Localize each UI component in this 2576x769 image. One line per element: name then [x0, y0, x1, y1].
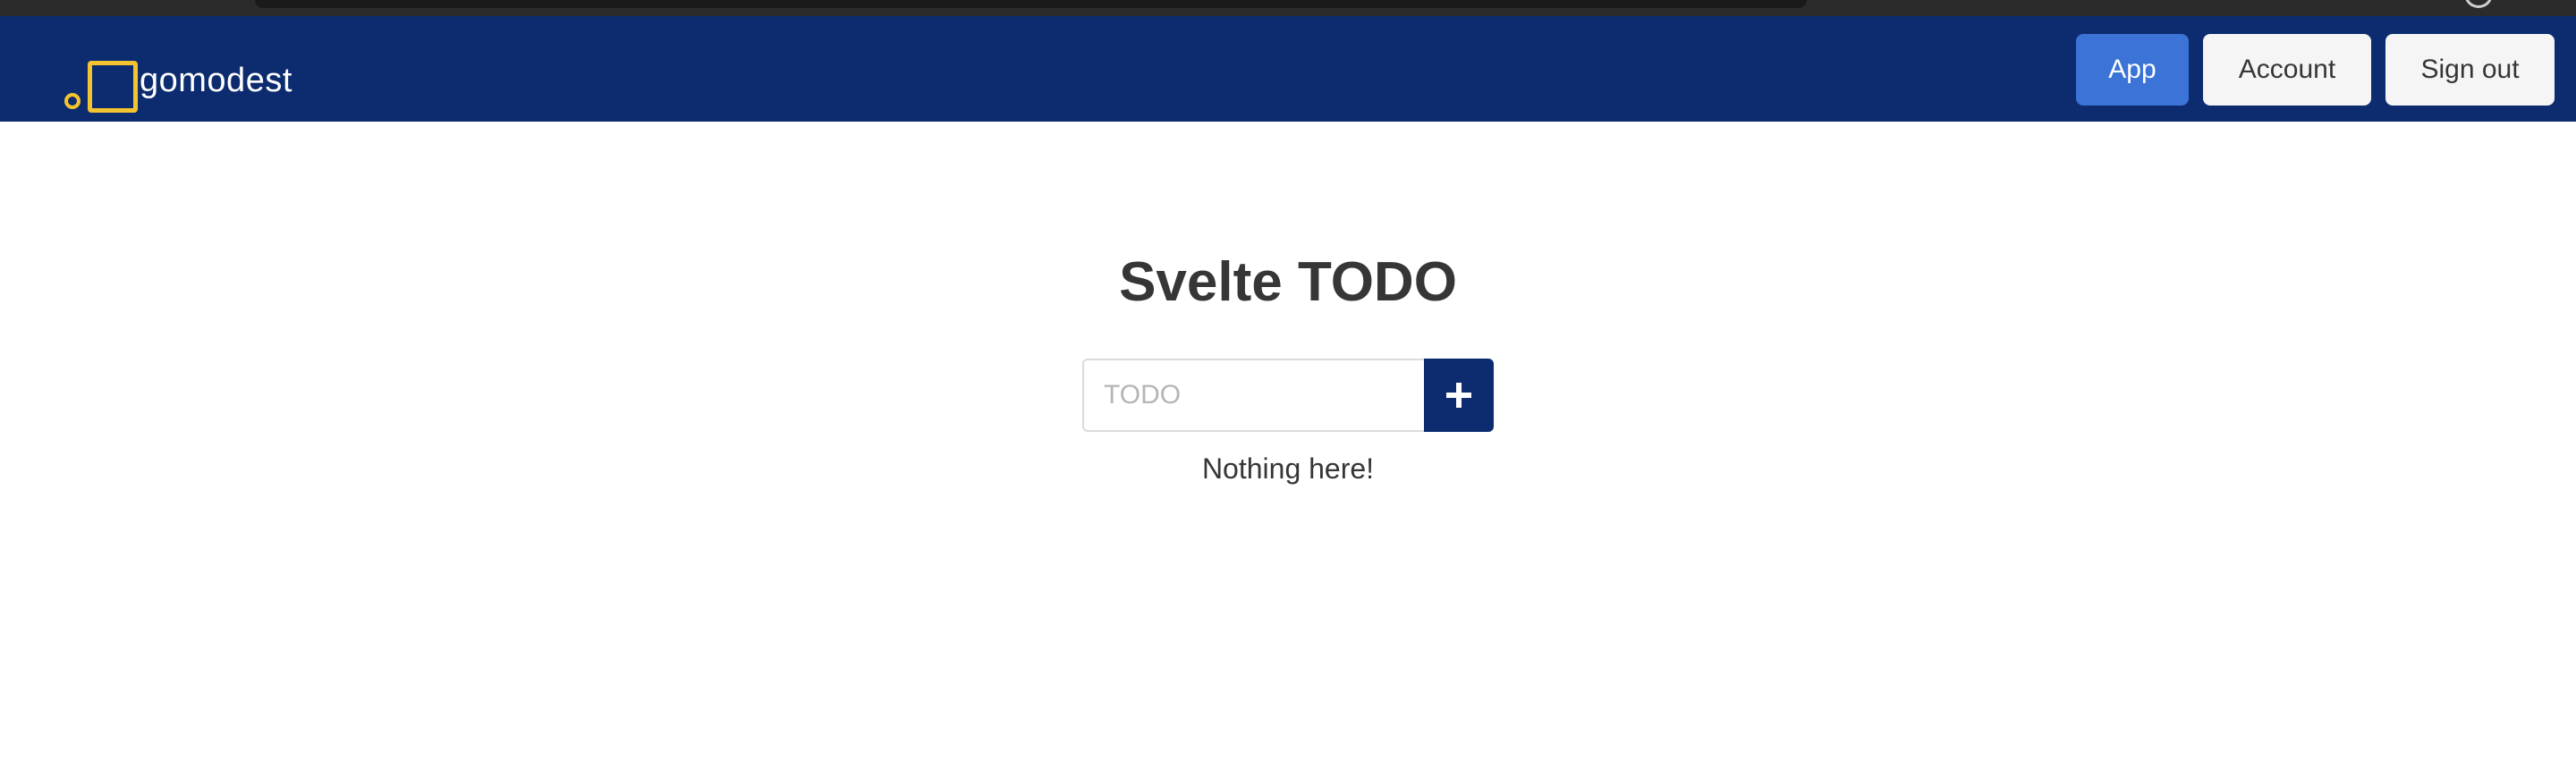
nav-buttons: App Account Sign out — [2076, 34, 2555, 106]
account-button[interactable]: Account — [2203, 34, 2371, 106]
brand-name: gomodest — [140, 61, 292, 99]
app-button[interactable]: App — [2076, 34, 2189, 106]
empty-list-message: Nothing here! — [1201, 452, 1375, 485]
logo-icon — [64, 61, 140, 114]
browser-address-bar[interactable] — [255, 0, 1807, 8]
todo-input[interactable] — [1082, 359, 1424, 432]
add-todo-button[interactable] — [1424, 359, 1494, 432]
sign-out-button[interactable]: Sign out — [2385, 34, 2555, 106]
browser-chrome-strip — [0, 0, 2576, 16]
logo-square-shape — [88, 61, 138, 113]
browser-profile-icon[interactable] — [2464, 0, 2493, 8]
plus-icon — [1446, 383, 1471, 408]
page-title: Svelte TODO — [1119, 251, 1457, 313]
logo-dot-shape — [64, 93, 80, 109]
todo-form — [1082, 359, 1494, 432]
navbar: gomodest App Account Sign out — [0, 16, 2576, 122]
main-content: Svelte TODO Nothing here! — [0, 122, 2576, 769]
brand-link[interactable]: gomodest — [64, 61, 292, 114]
